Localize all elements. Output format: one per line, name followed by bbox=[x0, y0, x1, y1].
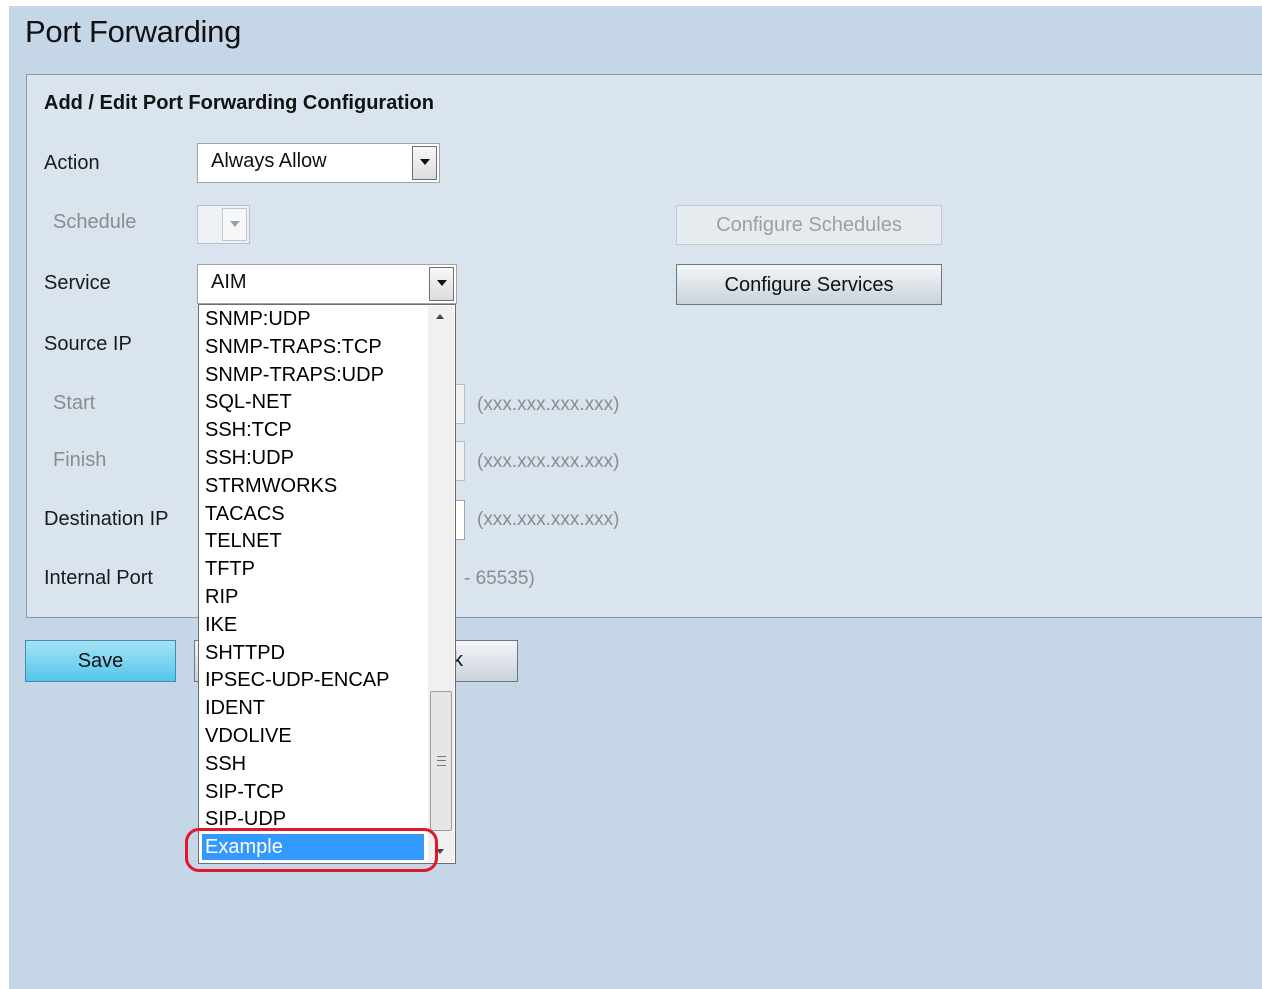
dropdown-option[interactable]: SNMP-TRAPS:UDP bbox=[205, 362, 384, 388]
scrollbar[interactable] bbox=[428, 306, 454, 862]
dropdown-option[interactable]: SHTTPD bbox=[205, 640, 285, 666]
scroll-up-arrow-icon[interactable] bbox=[436, 314, 444, 319]
dropdown-option[interactable]: STRMWORKS bbox=[205, 473, 337, 499]
dropdown-option[interactable]: SQL-NET bbox=[205, 389, 292, 415]
chevron-down-icon bbox=[222, 208, 247, 241]
chevron-down-icon[interactable] bbox=[429, 267, 454, 301]
schedule-label: Schedule bbox=[53, 211, 137, 233]
dropdown-option[interactable]: IDENT bbox=[205, 695, 265, 721]
dropdown-option[interactable]: IKE bbox=[205, 612, 237, 638]
action-select[interactable]: Always Allow bbox=[197, 143, 440, 183]
chevron-down-icon[interactable] bbox=[412, 146, 437, 180]
panel-title: Add / Edit Port Forwarding Configuration bbox=[44, 92, 434, 114]
service-value: AIM bbox=[211, 271, 247, 293]
finish-label: Finish bbox=[53, 449, 107, 471]
scrollbar-thumb[interactable] bbox=[430, 691, 452, 831]
dropdown-option[interactable]: SSH:TCP bbox=[205, 417, 292, 443]
dropdown-option[interactable]: SSH bbox=[205, 751, 246, 777]
dropdown-option[interactable]: SNMP:UDP bbox=[205, 306, 311, 332]
grip-icon bbox=[437, 756, 446, 766]
destination-ip-label: Destination IP bbox=[44, 508, 169, 530]
dropdown-option[interactable]: SNMP-TRAPS:TCP bbox=[205, 334, 382, 360]
destination-ip-hint: (xxx.xxx.xxx.xxx) bbox=[477, 509, 620, 530]
service-select[interactable]: AIM bbox=[197, 264, 457, 304]
dropdown-option[interactable]: TACACS bbox=[205, 501, 285, 527]
configure-services-button[interactable]: Configure Services bbox=[676, 264, 942, 305]
dropdown-option[interactable]: RIP bbox=[205, 584, 238, 610]
dropdown-option[interactable]: TFTP bbox=[205, 556, 255, 582]
dropdown-option[interactable]: TELNET bbox=[205, 528, 282, 554]
dropdown-option[interactable]: IPSEC-UDP-ENCAP bbox=[205, 667, 389, 693]
annotation-highlight-circle bbox=[185, 828, 438, 872]
start-label: Start bbox=[53, 392, 96, 414]
configure-schedules-button: Configure Schedules bbox=[676, 205, 942, 245]
internal-port-hint: - 65535) bbox=[464, 568, 535, 589]
source-ip-label: Source IP bbox=[44, 333, 132, 355]
dropdown-option[interactable]: SIP-TCP bbox=[205, 779, 284, 805]
page-title: Port Forwarding bbox=[25, 14, 242, 49]
finish-hint: (xxx.xxx.xxx.xxx) bbox=[477, 451, 620, 472]
start-hint: (xxx.xxx.xxx.xxx) bbox=[477, 394, 620, 415]
service-label: Service bbox=[44, 272, 111, 294]
dropdown-option[interactable]: SSH:UDP bbox=[205, 445, 294, 471]
service-dropdown-list[interactable]: SNMP:UDP SNMP-TRAPS:TCP SNMP-TRAPS:UDP SQL-… bbox=[198, 304, 456, 864]
action-value: Always Allow bbox=[211, 150, 327, 172]
schedule-select bbox=[197, 205, 250, 244]
action-label: Action bbox=[44, 152, 100, 174]
dropdown-option[interactable]: VDOLIVE bbox=[205, 723, 292, 749]
internal-port-label: Internal Port bbox=[44, 567, 153, 589]
save-button[interactable]: Save bbox=[25, 640, 176, 682]
